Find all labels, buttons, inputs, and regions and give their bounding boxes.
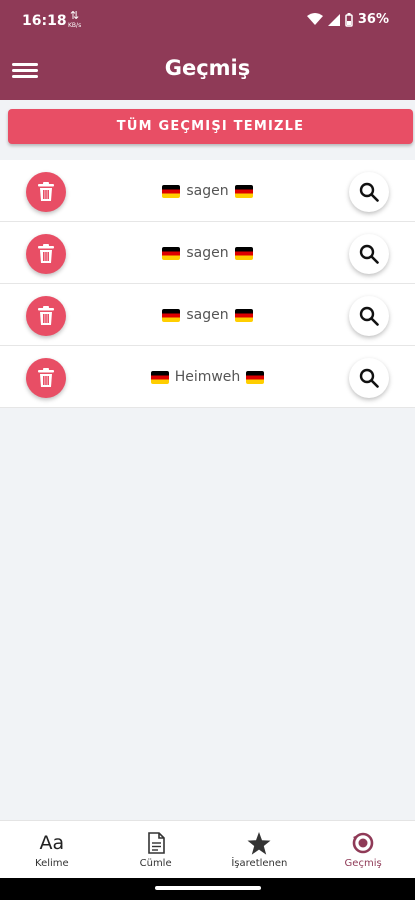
german-flag-icon — [234, 308, 253, 322]
history-entry: sagen — [80, 160, 335, 222]
nav-label: Geçmiş — [344, 858, 382, 869]
search-button[interactable] — [349, 172, 389, 212]
gesture-bar — [0, 878, 415, 900]
star-icon — [247, 830, 271, 856]
clear-all-history-button[interactable]: TÜM GEÇMIŞI TEMIZLE — [8, 109, 413, 144]
history-entry: sagen — [80, 222, 335, 284]
status-time: 16:18 — [22, 13, 67, 29]
history-icon — [352, 830, 374, 856]
history-row: sagen — [0, 222, 415, 284]
battery-percent: 36% — [357, 12, 389, 27]
font-icon: Aa — [39, 832, 65, 854]
nav-label: Kelime — [35, 858, 69, 869]
search-button[interactable] — [349, 234, 389, 274]
history-word: Heimweh — [174, 369, 241, 385]
nav-label: Cümle — [139, 858, 172, 869]
delete-button[interactable] — [26, 172, 66, 212]
search-icon — [359, 368, 379, 388]
search-button[interactable] — [349, 296, 389, 336]
nav-item-isaretlenen[interactable]: İşaretlenen — [208, 821, 312, 878]
history-row: Heimweh — [0, 346, 415, 408]
history-word: sagen — [186, 183, 229, 199]
trash-icon — [38, 306, 54, 325]
home-indicator[interactable] — [155, 886, 261, 890]
cell-signal-icon — [327, 13, 340, 26]
status-bar: 16:18 ⇅ KB/s 36% — [0, 0, 415, 42]
download-arrow-icon: ⇅ — [69, 9, 80, 22]
delete-button[interactable] — [26, 358, 66, 398]
trash-icon — [38, 368, 54, 387]
german-flag-icon — [234, 184, 253, 198]
german-flag-icon — [150, 370, 169, 384]
trash-icon — [38, 244, 54, 263]
nav-item-cumle[interactable]: Cümle — [104, 821, 208, 878]
app-bar: 16:18 ⇅ KB/s 36% Geçmiş — [0, 0, 415, 100]
network-speed-label: KB/s — [68, 22, 82, 29]
search-icon — [359, 182, 379, 202]
delete-button[interactable] — [26, 234, 66, 274]
history-row: sagen — [0, 160, 415, 222]
german-flag-icon — [162, 246, 181, 260]
history-word: sagen — [186, 307, 229, 323]
german-flag-icon — [246, 370, 265, 384]
history-list: sagen sagen sagen Heimweh — [0, 160, 415, 408]
wifi-icon — [306, 13, 323, 25]
german-flag-icon — [162, 308, 181, 322]
search-button[interactable] — [349, 358, 389, 398]
history-row: sagen — [0, 284, 415, 346]
system-icons: 36% — [306, 12, 389, 27]
document-icon — [147, 830, 165, 856]
nav-item-kelime[interactable]: Aa Kelime — [0, 821, 104, 878]
battery-icon — [345, 12, 353, 27]
german-flag-icon — [234, 246, 253, 260]
history-word: sagen — [186, 245, 229, 261]
search-icon — [359, 244, 379, 264]
delete-button[interactable] — [26, 296, 66, 336]
nav-item-gecmis[interactable]: Geçmiş — [311, 821, 415, 878]
bottom-navigation: Aa Kelime Cümle İşaretlenen Geçmiş — [0, 820, 415, 878]
search-icon — [359, 306, 379, 326]
trash-icon — [38, 182, 54, 201]
german-flag-icon — [162, 184, 181, 198]
history-entry: sagen — [80, 284, 335, 346]
nav-label: İşaretlenen — [231, 858, 288, 869]
history-entry: Heimweh — [80, 346, 335, 408]
network-speed-indicator: ⇅ KB/s — [68, 9, 82, 31]
page-title: Geçmiş — [164, 56, 251, 80]
